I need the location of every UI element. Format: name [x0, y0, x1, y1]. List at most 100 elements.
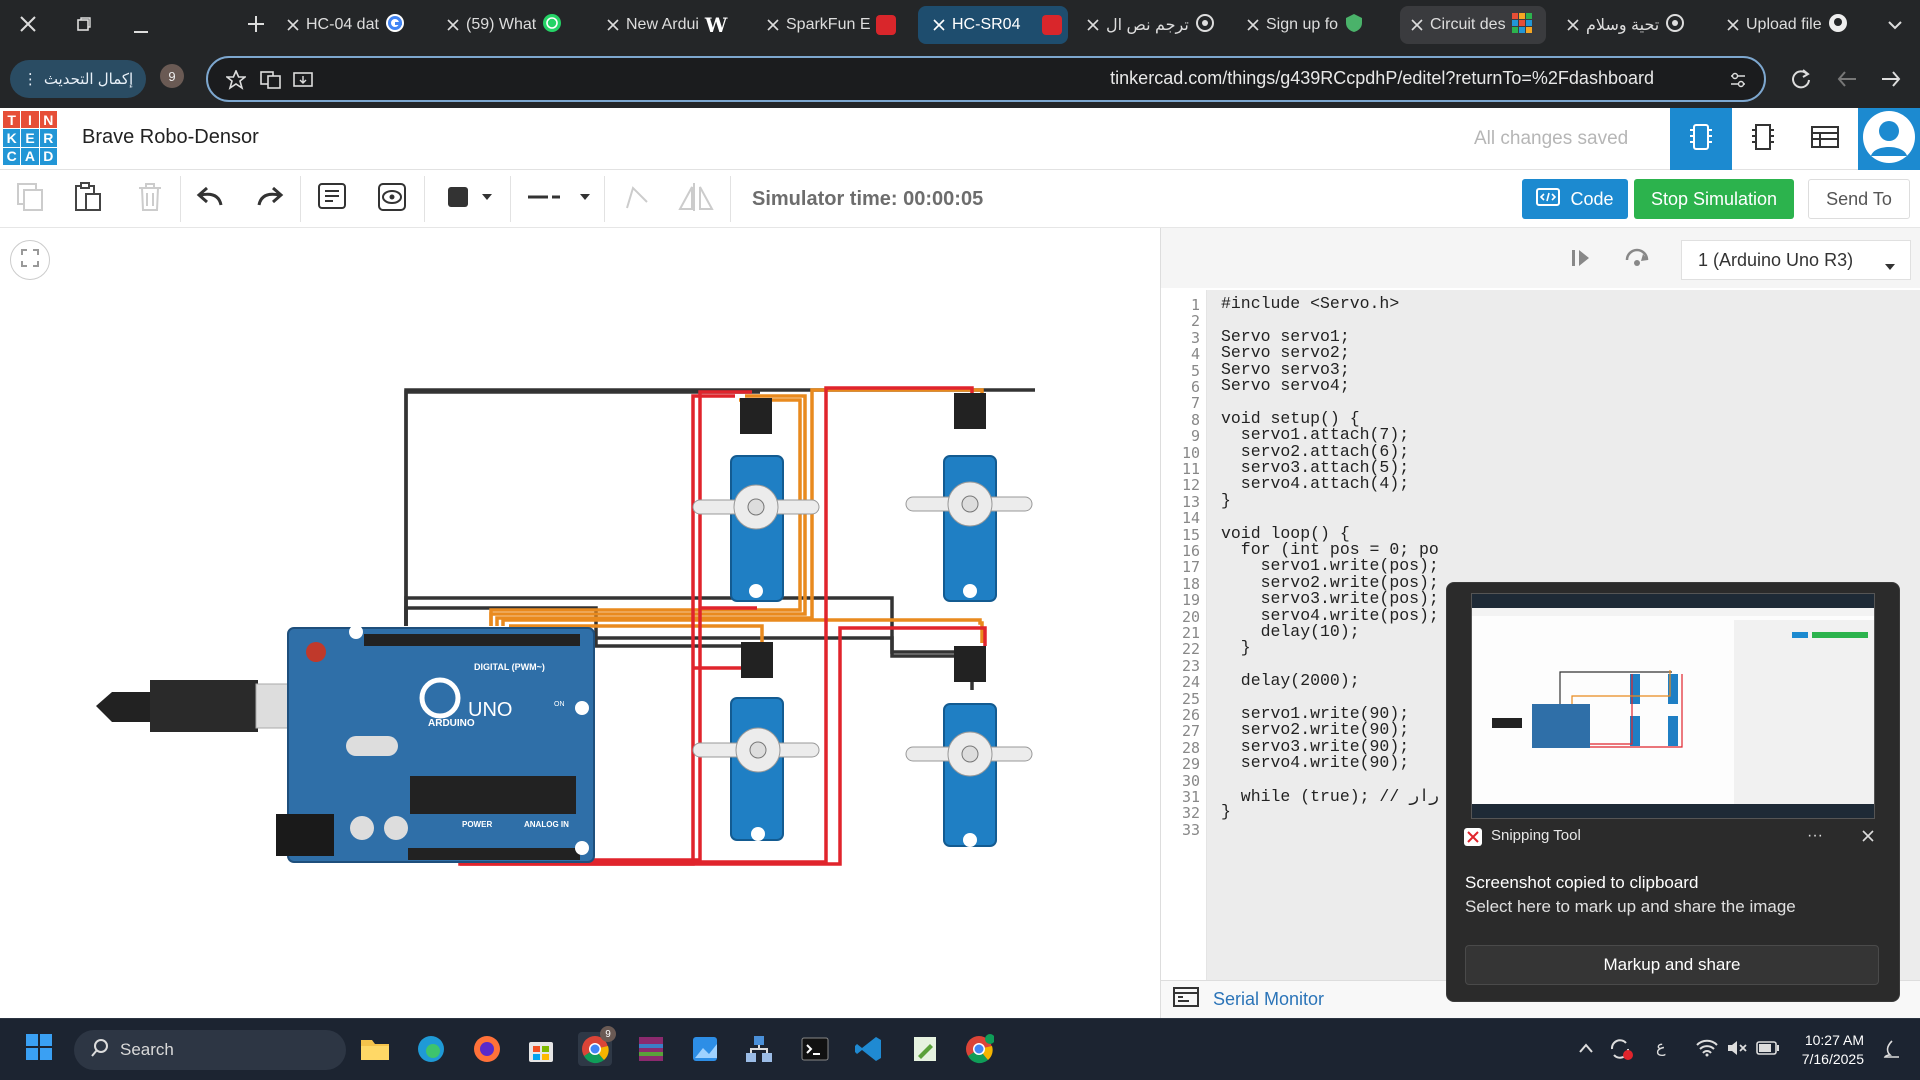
update-button[interactable]: ⋮ إكمال التحديث	[10, 60, 146, 98]
file-explorer-icon[interactable]	[358, 1032, 392, 1066]
close-tab-icon[interactable]	[1086, 18, 1100, 32]
stop-simulation-button[interactable]: Stop Simulation	[1634, 179, 1794, 219]
upload-run-button[interactable]	[1569, 246, 1593, 275]
code-button[interactable]: Code	[1522, 179, 1628, 219]
delete-button[interactable]	[130, 180, 170, 218]
circuit-view-button[interactable]	[1670, 108, 1732, 170]
flip-button[interactable]	[676, 180, 716, 218]
code-line[interactable]: servo4.write(90);	[1221, 753, 1409, 772]
tinkercad-logo[interactable]: T I N K E R C A D	[3, 111, 57, 165]
tab-5[interactable]: ترجم نص ال	[1086, 6, 1226, 44]
profile-badge[interactable]: 9	[160, 64, 184, 88]
sync-alert-icon[interactable]	[1608, 1037, 1634, 1066]
chrome-icon[interactable]: 9	[578, 1026, 616, 1066]
edge-icon[interactable]	[414, 1032, 448, 1066]
winrar-icon[interactable]	[634, 1032, 668, 1066]
servo-motor[interactable]	[905, 646, 1033, 847]
close-tab-icon[interactable]	[446, 18, 460, 32]
copy-button[interactable]	[10, 180, 50, 218]
user-avatar[interactable]	[1858, 108, 1920, 170]
visibility-button[interactable]	[372, 180, 412, 218]
tab-6[interactable]: Sign up fo	[1246, 6, 1386, 44]
send-to-button[interactable]: Send To	[1808, 179, 1910, 219]
site-settings-icon[interactable]	[1728, 70, 1748, 95]
network-app-icon[interactable]	[742, 1032, 776, 1066]
start-button[interactable]	[22, 1032, 56, 1066]
snip-subtitle: Select here to mark up and share the ima…	[1465, 897, 1796, 916]
close-tab-icon[interactable]	[1566, 18, 1580, 32]
chrome-profile-icon[interactable]	[962, 1032, 996, 1066]
close-tab-icon[interactable]	[1726, 18, 1740, 32]
back-icon[interactable]	[1836, 68, 1858, 95]
install-app-icon[interactable]	[292, 70, 314, 95]
undo-button[interactable]	[190, 180, 230, 218]
code-line[interactable]: #include <Servo.h>	[1221, 294, 1399, 313]
chevron-up-icon[interactable]	[1578, 1041, 1594, 1059]
taskbar-search[interactable]: Search	[74, 1030, 346, 1070]
code-line[interactable]: while (true); // رار	[1221, 786, 1439, 806]
restore-icon[interactable]	[76, 16, 92, 37]
servo-motor[interactable]	[905, 393, 1033, 602]
wifi-icon[interactable]	[1696, 1039, 1718, 1062]
debug-button[interactable]	[1623, 246, 1651, 275]
tab-7[interactable]: Circuit des	[1400, 6, 1546, 44]
close-notification-icon[interactable]	[1861, 829, 1875, 848]
more-options-icon[interactable]: ···	[1807, 827, 1823, 845]
tab-2[interactable]: New Ardui W	[606, 6, 746, 44]
arduino-uno-board[interactable]: UNO ARDUINO DIGITAL (PWM~) POWER ANALOG …	[276, 625, 595, 863]
photos-icon[interactable]	[688, 1032, 722, 1066]
url-input[interactable]: tinkercad.com/things/g439RCcpdhP/editel?…	[206, 56, 1766, 102]
servo-motor[interactable]	[692, 642, 820, 841]
terminal-icon[interactable]	[798, 1032, 832, 1066]
close-tab-icon[interactable]	[932, 18, 946, 32]
close-tab-icon[interactable]	[766, 18, 780, 32]
tab-9[interactable]: Upload file	[1726, 6, 1866, 44]
close-tab-icon[interactable]	[606, 18, 620, 32]
tab-4[interactable]: HC-SR04	[918, 6, 1068, 44]
battery-icon[interactable]	[1756, 1041, 1780, 1060]
notification-bell-icon[interactable]	[1882, 1039, 1902, 1066]
wire-type-dropdown[interactable]	[516, 180, 600, 218]
redo-button[interactable]	[250, 180, 290, 218]
wire-color-dropdown[interactable]	[432, 180, 504, 218]
mute-icon[interactable]	[1726, 1039, 1748, 1062]
editor-app-icon[interactable]	[908, 1032, 942, 1066]
code-line[interactable]: Servo servo4;	[1221, 376, 1350, 395]
schematic-view-button[interactable]	[1732, 108, 1794, 170]
vscode-icon[interactable]	[852, 1032, 886, 1066]
input-language[interactable]: ع	[1656, 1037, 1666, 1057]
code-line[interactable]: delay(2000);	[1221, 671, 1360, 690]
tab-8[interactable]: تحية وسلام	[1566, 6, 1706, 44]
snipping-notification[interactable]: Snipping Tool ··· Screenshot copied to c…	[1446, 582, 1900, 1002]
tab-3[interactable]: SparkFun E	[766, 6, 906, 44]
code-line[interactable]: }	[1221, 491, 1231, 510]
screenshot-thumbnail[interactable]	[1471, 593, 1875, 819]
markup-and-share-button[interactable]: Markup and share	[1465, 945, 1879, 985]
close-tab-icon[interactable]	[1410, 18, 1424, 32]
close-tab-icon[interactable]	[286, 18, 300, 32]
store-icon[interactable]	[524, 1032, 558, 1066]
minimize-icon[interactable]	[134, 22, 150, 40]
new-tab-icon[interactable]	[246, 14, 266, 39]
firefox-icon[interactable]	[470, 1032, 504, 1066]
tab-list-icon[interactable]	[1886, 16, 1904, 39]
star-icon[interactable]	[224, 68, 248, 95]
translate-icon[interactable]	[260, 70, 282, 95]
system-clock[interactable]: 10:27 AM 7/16/2025	[1802, 1031, 1864, 1069]
project-title[interactable]: Brave Robo-Densor	[82, 126, 259, 149]
circuit-canvas[interactable]: UNO ARDUINO DIGITAL (PWM~) POWER ANALOG …	[0, 228, 1160, 1018]
rotate-button[interactable]	[616, 180, 656, 218]
tab-1[interactable]: (59) What	[446, 6, 586, 44]
code-line[interactable]: servo4.attach(4);	[1221, 474, 1409, 493]
board-select[interactable]: 1 (Arduino Uno R3)	[1681, 240, 1911, 280]
notes-button[interactable]	[312, 180, 352, 218]
code-line[interactable]: }	[1221, 802, 1231, 821]
component-list-button[interactable]	[1794, 108, 1856, 170]
forward-icon[interactable]	[1880, 68, 1902, 95]
paste-button[interactable]	[68, 180, 108, 218]
tab-0[interactable]: HC-04 dat	[286, 6, 426, 44]
close-window-icon[interactable]	[18, 14, 38, 39]
close-tab-icon[interactable]	[1246, 18, 1260, 32]
reload-icon[interactable]	[1790, 68, 1812, 95]
code-line[interactable]: }	[1221, 638, 1251, 657]
